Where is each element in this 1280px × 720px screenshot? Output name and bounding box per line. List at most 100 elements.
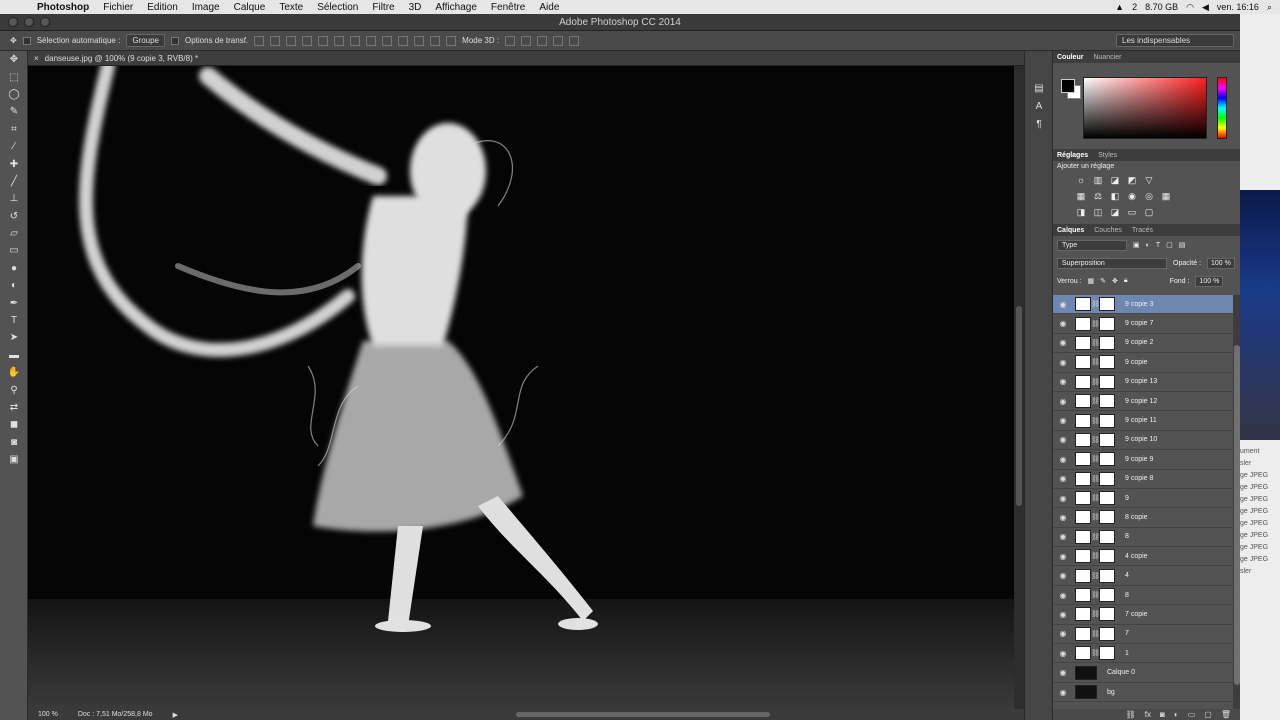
menu-3d[interactable]: 3D [402,2,429,13]
align-vcenter-icon[interactable] [270,35,281,46]
visibility-eye-icon[interactable]: ◉ [1053,377,1073,386]
volume-icon[interactable]: ◀ [1202,2,1209,13]
visibility-eye-icon[interactable]: ◉ [1053,649,1073,658]
finder-file-item[interactable]: ge JPEG [1240,482,1280,494]
layer-row[interactable]: ◉ ⛓ 9 copie 12 [1053,391,1233,412]
tab-couleur[interactable]: Couleur [1057,54,1083,61]
layer-name[interactable]: 8 copie [1125,514,1148,521]
layer-name[interactable]: 9 copie 7 [1125,320,1153,327]
visibility-eye-icon[interactable]: ◉ [1053,319,1073,328]
layer-name[interactable]: 4 copie [1125,553,1148,560]
rotate3d-icon[interactable] [505,35,516,46]
layer-row[interactable]: ◉ ⛓ 9 copie 2 [1053,333,1233,354]
visibility-eye-icon[interactable]: ◉ [1053,610,1073,619]
visibility-eye-icon[interactable]: ◉ [1053,416,1073,425]
link-layers-icon[interactable]: ⛓ [1126,710,1136,719]
tab-couches[interactable]: Couches [1094,227,1122,234]
mask-link-icon[interactable]: ⛓ [1091,630,1100,638]
distribute-right-icon[interactable] [430,35,441,46]
curves-icon[interactable]: ◪ [1109,174,1121,186]
threshold-icon[interactable]: ◪ [1109,206,1121,218]
layer-thumbnail[interactable] [1075,607,1091,622]
wifi-icon[interactable]: ◠ [1186,2,1194,13]
auto-align-icon[interactable] [446,35,457,46]
eraser-tool-icon[interactable]: ▱ [0,225,28,242]
layer-name[interactable]: 7 copie [1125,611,1148,618]
visibility-eye-icon[interactable]: ◉ [1053,300,1073,309]
layer-thumbnail[interactable] [1075,355,1091,370]
mask-link-icon[interactable]: ⛓ [1091,300,1100,308]
character-panel-icon[interactable]: A [1025,97,1053,115]
layer-row[interactable]: ◉ ⛓ 9 copie 10 [1053,430,1233,451]
layer-mask-thumbnail[interactable] [1099,432,1115,447]
zoom-window-button[interactable] [40,17,50,27]
layer-thumbnail[interactable] [1075,432,1091,447]
scale3d-icon[interactable] [569,35,580,46]
filter-type-icon[interactable]: T [1156,242,1160,249]
doc-info[interactable]: Doc : 7,51 Mo/258,8 Mo [78,711,153,718]
rectangle-tool-icon[interactable]: ▬ [0,347,28,364]
path-select-tool-icon[interactable]: ➤ [0,329,28,346]
finder-file-item[interactable]: sler [1240,566,1280,578]
filter-shape-icon[interactable]: ▢ [1166,241,1173,249]
mask-link-icon[interactable]: ⛓ [1091,417,1100,425]
move-tool-preset-icon[interactable]: ✥ [10,36,17,45]
layer-mask-thumbnail[interactable] [1099,626,1115,641]
add-mask-icon[interactable]: ◙ [1160,710,1165,719]
mask-link-icon[interactable]: ⛓ [1091,533,1100,541]
align-bottom-icon[interactable] [286,35,297,46]
menu-texte[interactable]: Texte [272,2,310,13]
disk-space[interactable]: 8.70 GB [1145,2,1178,12]
layer-thumbnail[interactable] [1075,452,1091,467]
brush-tool-icon[interactable]: ╱ [0,173,28,190]
visibility-eye-icon[interactable]: ◉ [1053,688,1073,697]
blend-mode-dropdown[interactable]: Superposition [1057,257,1167,269]
layer-name[interactable]: 8 [1125,533,1129,540]
visibility-eye-icon[interactable]: ◉ [1053,532,1073,541]
eyedropper-tool-icon[interactable]: ⁄ [0,138,28,155]
selective-color-icon[interactable]: ▢ [1143,206,1155,218]
delete-layer-icon[interactable]: 🗑︎ [1221,710,1231,719]
layer-mask-thumbnail[interactable] [1099,607,1115,622]
layer-row[interactable]: ◉ ⛓ 9 copie 7 [1053,314,1233,334]
notification-badge[interactable]: 2 [1132,2,1137,12]
finder-file-item[interactable]: ge JPEG [1240,530,1280,542]
new-layer-icon[interactable]: ▢ [1204,710,1212,719]
lock-position-icon[interactable]: ✥ [1112,277,1118,285]
layer-row[interactable]: ◉ ⛓ 4 [1053,566,1233,586]
layer-thumbnail[interactable] [1075,568,1091,583]
layer-name[interactable]: 9 copie 11 [1125,417,1157,424]
tab-styles[interactable]: Styles [1098,152,1117,159]
layer-row[interactable]: ◉ Calque 0 [1053,663,1233,683]
color-spectrum[interactable] [1083,77,1207,139]
fill-field[interactable]: 100 % [1195,275,1224,287]
visibility-eye-icon[interactable]: ◉ [1053,435,1073,444]
mask-link-icon[interactable]: ⛓ [1091,513,1100,521]
layer-thumbnail[interactable] [1075,413,1091,428]
canvas-horizontal-scrollbar[interactable] [516,712,770,717]
distribute-hcenter-icon[interactable] [414,35,425,46]
layer-mask-thumbnail[interactable] [1099,374,1115,389]
layer-row[interactable]: ◉ bg [1053,682,1233,703]
document-tab[interactable]: × danseuse.jpg @ 100% (9 copie 3, RVB/8)… [28,51,1024,66]
gradient-map-icon[interactable]: ▭ [1126,206,1138,218]
swap-colors-icon[interactable]: ⇄ [0,399,28,416]
close-window-button[interactable] [8,17,18,27]
color-lookup-icon[interactable]: ▦ [1160,190,1172,202]
visibility-eye-icon[interactable]: ◉ [1053,668,1073,677]
visibility-eye-icon[interactable]: ◉ [1053,571,1073,580]
visibility-eye-icon[interactable]: ◉ [1053,591,1073,600]
gradient-tool-icon[interactable]: ▭ [0,242,28,259]
exposure-icon[interactable]: ◩ [1126,174,1138,186]
layer-name[interactable]: 9 copie 12 [1125,398,1157,405]
lock-transparency-icon[interactable]: ▦ [1088,277,1095,285]
layer-row[interactable]: ◉ ⛓ 9 copie 3 [1053,295,1233,315]
layer-name[interactable]: 4 [1125,572,1129,579]
clock[interactable]: ven. 16:16 [1217,2,1259,12]
layer-thumbnail[interactable] [1075,374,1091,389]
new-group-icon[interactable]: ▭ [1188,710,1196,719]
layer-row[interactable]: ◉ ⛓ 9 copie 8 [1053,469,1233,489]
levels-icon[interactable]: ▥ [1092,174,1104,186]
distribute-left-icon[interactable] [398,35,409,46]
tab-nuancier[interactable]: Nuancier [1093,54,1121,61]
